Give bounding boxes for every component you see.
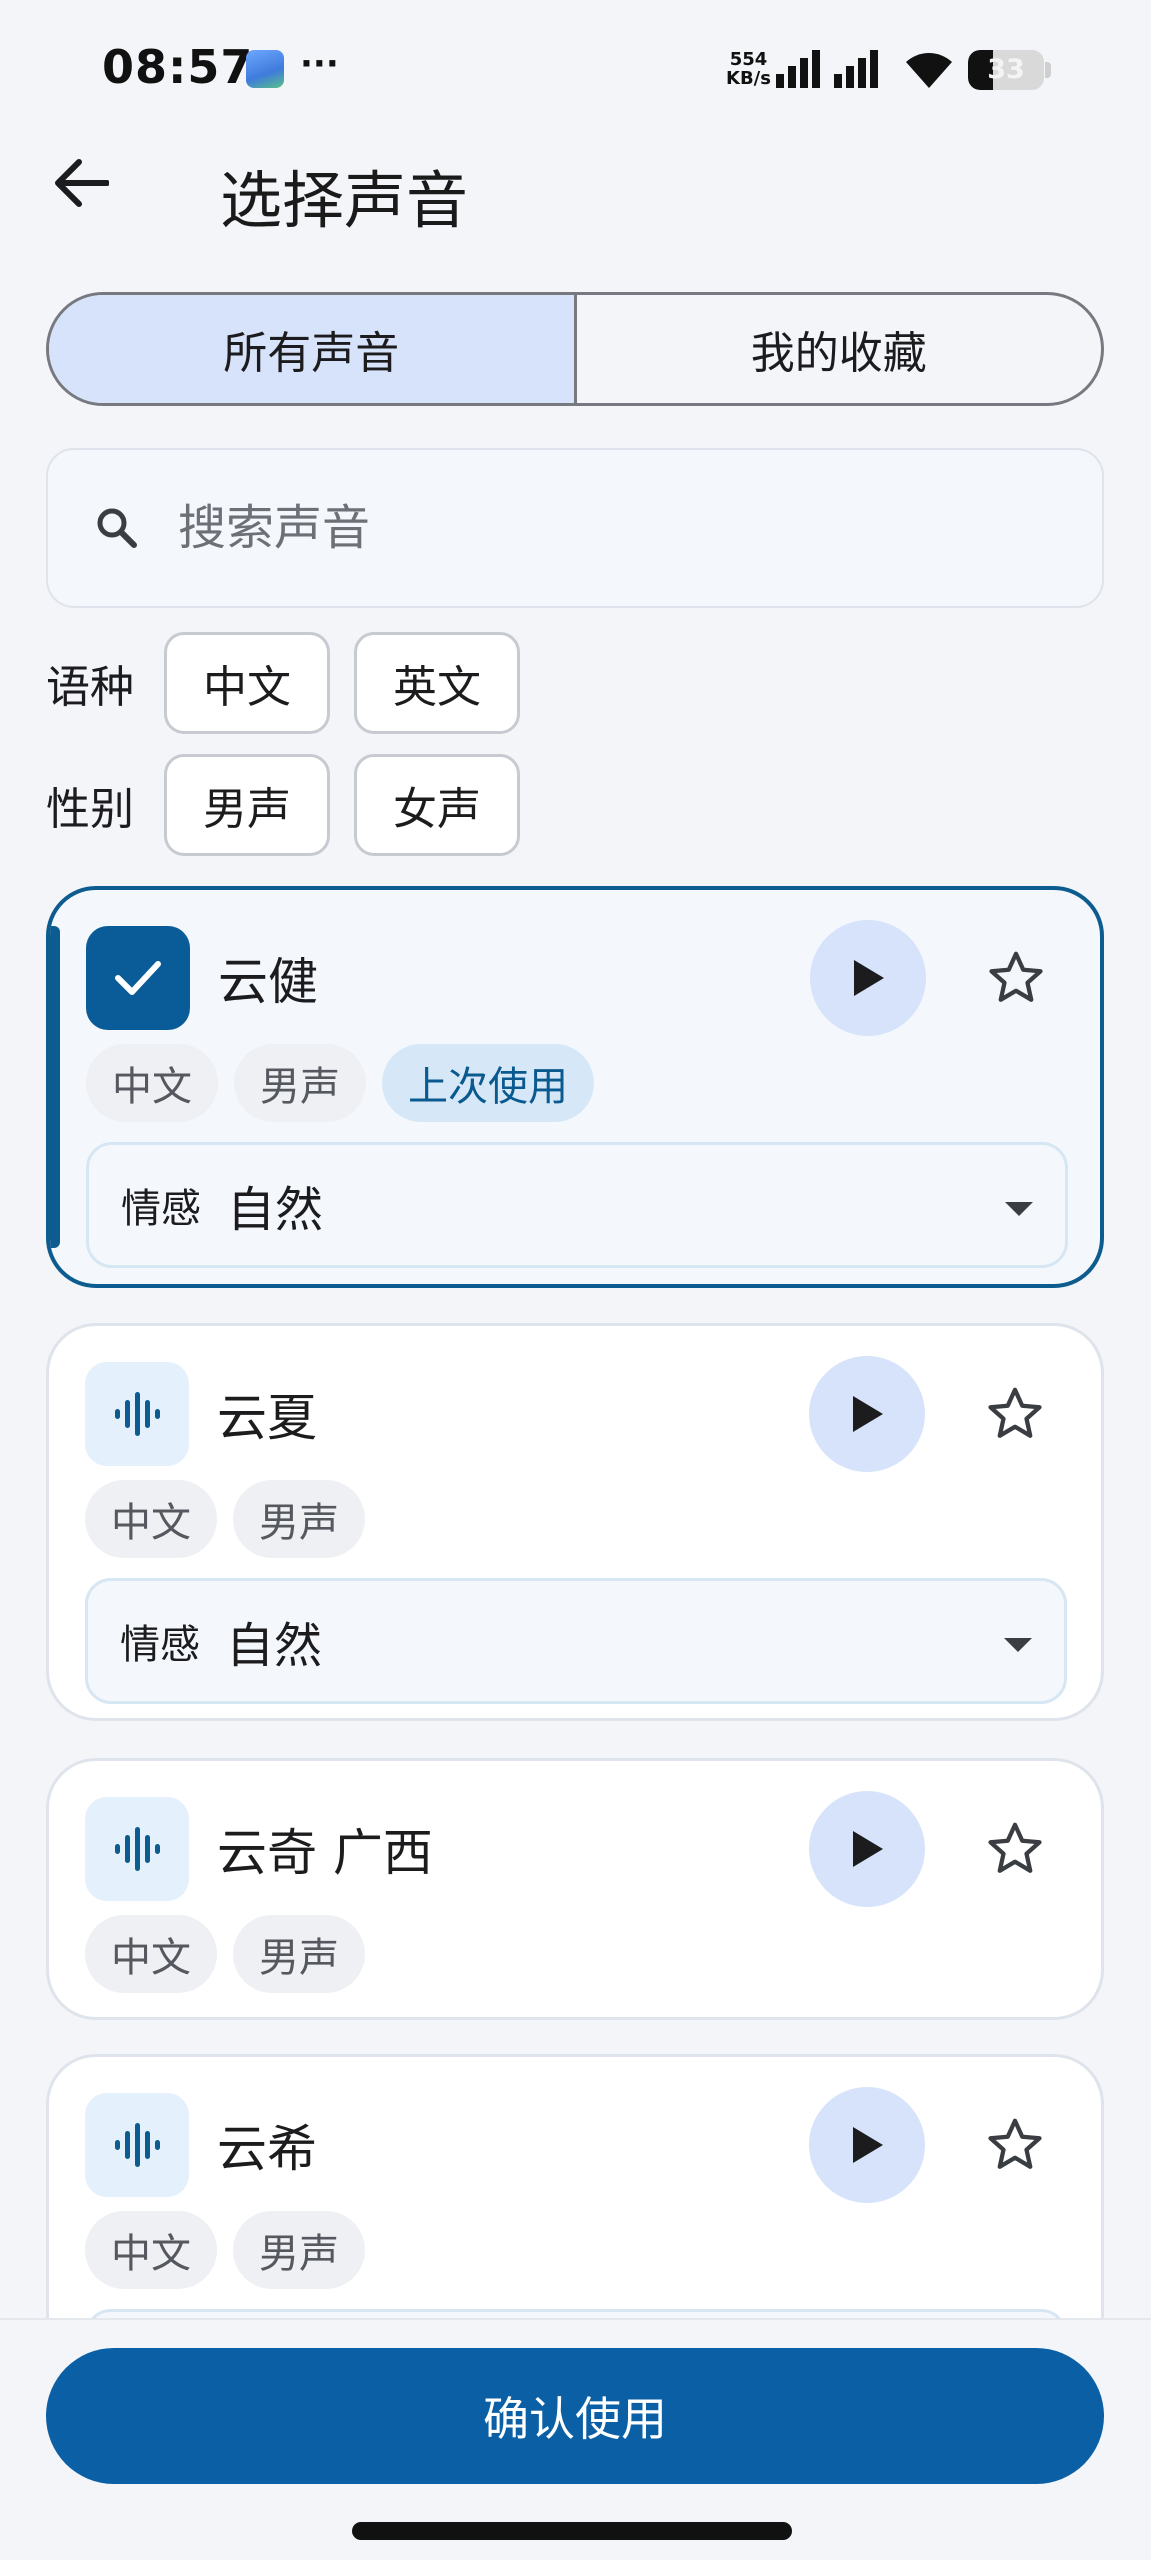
- tab-all-voices[interactable]: 所有声音: [49, 295, 574, 403]
- voice-checkbox[interactable]: [86, 926, 190, 1030]
- filter-chip-male[interactable]: 男声: [164, 754, 330, 856]
- filter-row-language: 语种 中文 英文: [46, 632, 544, 734]
- tag-gender: 男声: [233, 1915, 365, 1993]
- filter-label-language: 语种: [46, 662, 134, 713]
- voice-avatar: [85, 2093, 189, 2197]
- home-indicator[interactable]: [352, 2522, 792, 2540]
- tag-gender: 男声: [233, 1480, 365, 1558]
- voice-name: 云奇 广西: [217, 1824, 433, 1882]
- battery-level: 33: [987, 54, 1025, 85]
- voice-card[interactable]: 云奇 广西 中文 男声: [46, 1758, 1104, 2020]
- search-icon: [97, 508, 137, 548]
- network-speed: 554 KB/s: [726, 50, 771, 88]
- battery-icon: 33: [968, 50, 1044, 90]
- filter-chip-english[interactable]: 英文: [354, 632, 520, 734]
- page-title: 选择声音: [220, 164, 469, 237]
- tag-language: 中文: [85, 1915, 217, 1993]
- play-icon: [853, 1831, 883, 1867]
- caret-down-icon: [1004, 1638, 1032, 1652]
- favorite-button[interactable]: [977, 2107, 1053, 2183]
- play-button[interactable]: [809, 1791, 925, 1907]
- tag-language: 中文: [85, 2211, 217, 2289]
- play-button[interactable]: [809, 2087, 925, 2203]
- voice-name: 云希: [217, 2120, 317, 2178]
- play-icon: [854, 960, 884, 996]
- tab-favorites[interactable]: 我的收藏: [573, 295, 1102, 403]
- filter-label-gender: 性别: [46, 784, 134, 835]
- voice-tags: 中文 男声: [85, 1480, 381, 1558]
- network-speed-unit: KB/s: [726, 68, 771, 89]
- star-icon: [988, 1387, 1042, 1438]
- voice-avatar: [85, 1797, 189, 1901]
- status-time: 08:57: [102, 40, 254, 94]
- favorite-button[interactable]: [977, 1376, 1053, 1452]
- voice-name: 云夏: [217, 1389, 317, 1447]
- filter-chip-female[interactable]: 女声: [354, 754, 520, 856]
- cellular-signal-icon: [776, 50, 878, 88]
- more-notifications-icon: ···: [300, 44, 339, 84]
- status-bar: 08:57 ··· 554 KB/s 33: [0, 0, 1151, 140]
- voice-card[interactable]: 云夏 中文 男声 情感 自然: [46, 1323, 1104, 1721]
- play-button[interactable]: [809, 1356, 925, 1472]
- play-button[interactable]: [810, 920, 926, 1036]
- voice-tags: 中文 男声 上次使用: [86, 1044, 610, 1122]
- star-icon: [988, 1822, 1042, 1873]
- voice-name: 云健: [218, 953, 318, 1011]
- check-icon: [115, 961, 161, 995]
- emotion-value: 自然: [226, 1618, 323, 1674]
- confirm-button[interactable]: 确认使用: [46, 2348, 1104, 2484]
- tag-language: 中文: [86, 1044, 218, 1122]
- tag-language: 中文: [85, 1480, 217, 1558]
- emotion-dropdown[interactable]: 情感 自然: [85, 1578, 1067, 1704]
- voice-tags: 中文 男声: [85, 2211, 381, 2289]
- play-icon: [853, 1396, 883, 1432]
- waveform-icon: [115, 1827, 160, 1871]
- emotion-label: 情感: [121, 1186, 201, 1232]
- play-icon: [853, 2127, 883, 2163]
- battery-tip: [1045, 62, 1051, 78]
- voice-tags: 中文 男声: [85, 1915, 381, 1993]
- filter-row-gender: 性别 男声 女声: [46, 754, 544, 856]
- favorite-button[interactable]: [978, 940, 1054, 1016]
- search-box: [46, 448, 1104, 608]
- caret-down-icon: [1005, 1202, 1033, 1216]
- waveform-icon: [115, 2123, 160, 2167]
- tag-gender: 男声: [233, 2211, 365, 2289]
- favorite-button[interactable]: [977, 1811, 1053, 1887]
- arrow-left-icon: [55, 159, 109, 207]
- waveform-icon: [115, 1392, 160, 1436]
- gallery-app-icon: [246, 50, 284, 88]
- star-icon: [988, 2118, 1042, 2169]
- tag-last-used: 上次使用: [382, 1044, 594, 1122]
- star-icon: [989, 951, 1043, 1002]
- voice-avatar: [85, 1362, 189, 1466]
- emotion-dropdown[interactable]: 情感 自然: [86, 1142, 1068, 1268]
- filter-chip-chinese[interactable]: 中文: [164, 632, 330, 734]
- emotion-label: 情感: [120, 1622, 200, 1668]
- back-button[interactable]: [48, 150, 114, 216]
- voice-card-selected[interactable]: 云健 中文 男声 上次使用 情感 自然: [46, 886, 1104, 1288]
- selected-indicator: [50, 926, 60, 1248]
- tag-gender: 男声: [234, 1044, 366, 1122]
- emotion-value: 自然: [227, 1182, 324, 1238]
- wifi-icon: [906, 53, 952, 88]
- search-input[interactable]: [178, 500, 998, 556]
- network-speed-value: 554: [729, 49, 768, 70]
- voice-tabs: 所有声音 我的收藏: [46, 292, 1104, 406]
